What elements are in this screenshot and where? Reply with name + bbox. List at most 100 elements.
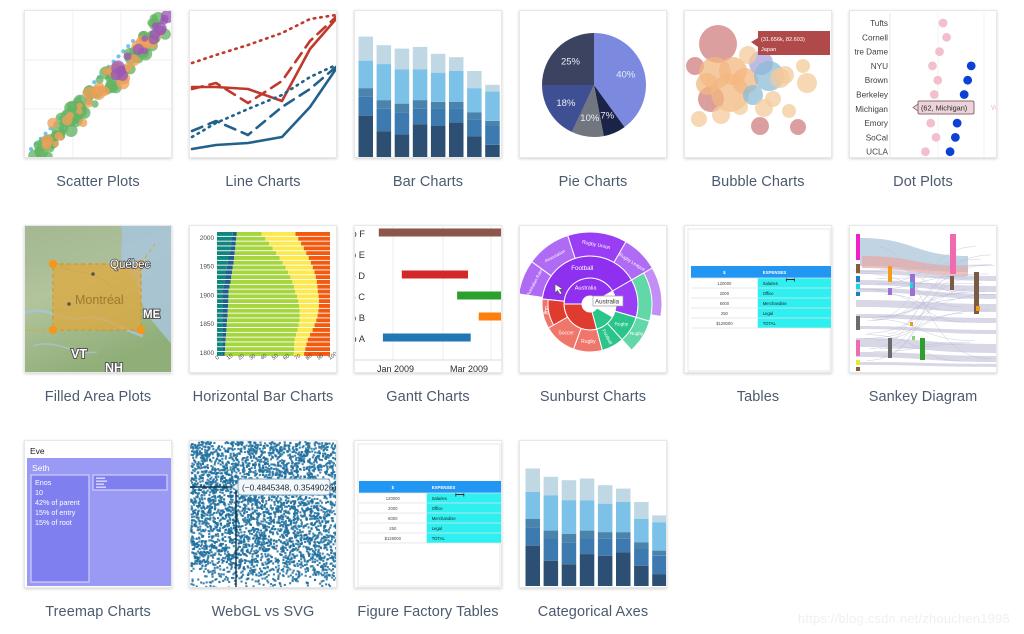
sunburst-segment-label: Football — [571, 265, 593, 272]
gantt-row-label: ob D — [355, 270, 365, 281]
sankey-preview — [850, 226, 996, 372]
map-label-nh: NH — [105, 361, 123, 373]
horizontal-bar-preview: 18001850190019502000 0 10 20 30 40 50 60 70 80 90… — [190, 226, 336, 372]
gallery-tile-line-charts[interactable]: Line Charts — [189, 10, 337, 225]
dot-plot-tooltip: (62, Michigan) — [912, 100, 975, 115]
sunburst-segment-label: Rugby — [581, 339, 596, 345]
tile-caption: Line Charts — [225, 174, 301, 190]
categorical-axes-preview — [520, 441, 666, 587]
pie-slice-label: 40% — [616, 70, 636, 81]
tile-caption: Horizontal Bar Charts — [192, 389, 334, 405]
table-preview-1: $ EXPENSES120000 Salaries2000 Office6000 Mer… — [685, 226, 831, 372]
dot-plot-category-label: tre Dame — [854, 48, 888, 57]
dot-plot-category-label: Cornell — [862, 33, 888, 42]
dot-plot-preview: Tufts Cornell tre Dame NYU Brown Berkeley Mich… — [850, 11, 996, 157]
gallery-tile-bar-charts[interactable]: Bar Charts — [354, 10, 502, 225]
gantt-row-label: ob F — [355, 228, 365, 239]
table-cell: 250 — [389, 526, 397, 531]
thumbnail-webgl-vs-svg[interactable]: (−0.4845348, 0.3549026) — [189, 440, 337, 588]
bubble-tooltip-line1: (31.656k, 82.603) — [761, 37, 805, 43]
gantt-x-tick: Mar 2009 — [450, 364, 488, 373]
table-cell: $128000 — [716, 321, 733, 326]
table-cell: Merchandise — [432, 516, 457, 521]
thumbnail-tables[interactable]: $ EXPENSES 120000 Salaries 2000 Office 6000 Mer… — [684, 225, 832, 373]
map-preview: Québec Montréal ME VT NH — [25, 226, 171, 373]
tile-caption: Sankey Diagram — [868, 389, 978, 405]
sunburst-chart-preview: AustraliaFootballFootballSoccerRugbyFoot… — [520, 226, 666, 372]
table-cell: 120000 — [386, 496, 401, 501]
chart-type-gallery: Scatter Plots Line Charts Bar Charts 40%… — [0, 0, 1024, 634]
table-cell: Legal — [432, 526, 442, 531]
tile-caption: Figure Factory Tables — [357, 604, 499, 620]
gantt-row-label: ob E — [355, 249, 365, 260]
table-cell: 6000 — [388, 516, 398, 521]
tile-caption: WebGL vs SVG — [211, 604, 315, 620]
gallery-tile-webgl-vs-svg[interactable]: (−0.4845348, 0.3549026) WebGL vs SVG — [189, 440, 337, 634]
dot-plot-category-label: UCLA — [866, 148, 888, 157]
table-cell: TOTAL — [763, 321, 777, 326]
tile-caption: Filled Area Plots — [44, 389, 152, 405]
gallery-tile-treemap-charts[interactable]: Eve Seth Enos 10 42% of parent 15% of en… — [24, 440, 172, 634]
gallery-tile-gantt-charts[interactable]: ob F ob E ob D ob C ob B ob A Jan 2009 Mar 200… — [354, 225, 502, 440]
table-cell: $128000 — [385, 536, 402, 541]
tile-caption: Treemap Charts — [45, 604, 151, 620]
gallery-tile-scatter-plots[interactable]: Scatter Plots — [24, 10, 172, 225]
thumbnail-bubble-charts[interactable]: (31.656k, 82.603) Japan — [684, 10, 832, 158]
table-column-header: EXPENSES — [432, 485, 456, 490]
map-label-montreal: Montréal — [75, 293, 124, 307]
table-column-header: EXPENSES — [763, 270, 787, 275]
thumbnail-sunburst-charts[interactable]: AustraliaFootballFootballSoccerRugbyFoot… — [519, 225, 667, 373]
webgl-preview: (−0.4845348, 0.3549026) — [190, 441, 336, 587]
dot-plot-tooltip-text: (62, Michigan) — [921, 104, 967, 113]
gallery-tile-categorical-axes[interactable]: Categorical Axes — [519, 440, 667, 634]
sunburst-segment-label: Soccer — [558, 330, 574, 336]
thumbnail-categorical-axes[interactable] — [519, 440, 667, 588]
treemap-leaf-line-4: 15% of root — [35, 518, 72, 527]
gallery-tile-sankey-diagram[interactable]: Sankey Diagram — [849, 225, 997, 440]
map-label-quebec: Québec — [110, 259, 151, 271]
thumbnail-pie-charts[interactable]: 40% 7% 10% 18% 25% — [519, 10, 667, 158]
map-label-vt: VT — [71, 347, 87, 361]
treemap-leaf-line-3: 15% of entry — [35, 508, 76, 517]
gallery-tile-sunburst-charts[interactable]: AustraliaFootballFootballSoccerRugbyFoot… — [519, 225, 667, 440]
bubble-tooltip-line2: Japan — [761, 47, 776, 53]
gallery-tile-horizontal-bar-charts[interactable]: 1800 1850 1900 1950 2000 0 10 20 30 40 50 60 70 80 90… — [189, 225, 337, 440]
thumbnail-line-charts[interactable] — [189, 10, 337, 158]
thumbnail-sankey-diagram[interactable] — [849, 225, 997, 373]
pie-slice-label: 25% — [561, 57, 581, 68]
hbar-y-tick: 1800 — [200, 350, 215, 357]
thumbnail-gantt-charts[interactable]: ob F ob E ob D ob C ob B ob A Jan 2009 Mar 200… — [354, 225, 502, 373]
gallery-tile-bubble-charts[interactable]: (31.656k, 82.603) Japan Bubble Charts — [684, 10, 832, 225]
thumbnail-figure-factory-tables[interactable]: $ EXPENSES 120000 Salaries 2000 Office 6000 Mer… — [354, 440, 502, 588]
pie-slice-label: 18% — [556, 98, 576, 109]
hbar-y-tick: 1900 — [200, 292, 215, 299]
table-cell: Salaries — [763, 281, 778, 286]
pie-slice-label: 10% — [580, 113, 600, 124]
gallery-tile-pie-charts[interactable]: 40% 7% 10% 18% 25% Pie Charts — [519, 10, 667, 225]
tile-caption: Gantt Charts — [386, 389, 470, 405]
dot-plot-category-label: Brown — [865, 76, 889, 85]
thumbnail-treemap-charts[interactable]: Eve Seth Enos 10 42% of parent 15% of en… — [24, 440, 172, 588]
treemap-child-label: Seth — [32, 463, 50, 473]
tile-caption: Bubble Charts — [711, 174, 805, 190]
gallery-tile-figure-factory-tables[interactable]: $ EXPENSES 120000 Salaries 2000 Office 6000 Mer… — [354, 440, 502, 634]
table-cell: 250 — [721, 311, 729, 316]
tile-caption: Scatter Plots — [56, 174, 140, 190]
thumbnail-filled-area-plots[interactable]: Québec Montréal ME VT NH — [24, 225, 172, 373]
gantt-row-label: ob B — [355, 312, 365, 323]
thumbnail-scatter-plots[interactable] — [24, 10, 172, 158]
thumbnail-dot-plots[interactable]: Tufts Cornell tre Dame NYU Brown Berkeley Mich… — [849, 10, 997, 158]
table-cell: 6000 — [720, 301, 730, 306]
gallery-tile-dot-plots[interactable]: Tufts Cornell tre Dame NYU Brown Berkeley Mich… — [849, 10, 997, 225]
sunburst-segment-label: Rugby — [630, 331, 644, 336]
sunburst-segment-label: Rugby — [614, 322, 628, 328]
table-preview-2: $ EXPENSES120000 Salaries2000 Office6000 Mer… — [355, 441, 501, 587]
webgl-tooltip: (−0.4845348, 0.3549026) — [231, 478, 336, 496]
thumbnail-bar-charts[interactable] — [354, 10, 502, 158]
gallery-tile-tables[interactable]: $ EXPENSES 120000 Salaries 2000 Office 6000 Mer… — [684, 225, 832, 440]
gallery-tile-filled-area-plots[interactable]: Québec Montréal ME VT NH Filled Area Plo… — [24, 225, 172, 440]
tile-caption: Tables — [736, 389, 780, 405]
treemap-leaf-line-1: 10 — [35, 488, 43, 497]
thumbnail-horizontal-bar-charts[interactable]: 1800 1850 1900 1950 2000 0 10 20 30 40 50 60 70 80 90… — [189, 225, 337, 373]
table-cell: Office — [432, 506, 444, 511]
